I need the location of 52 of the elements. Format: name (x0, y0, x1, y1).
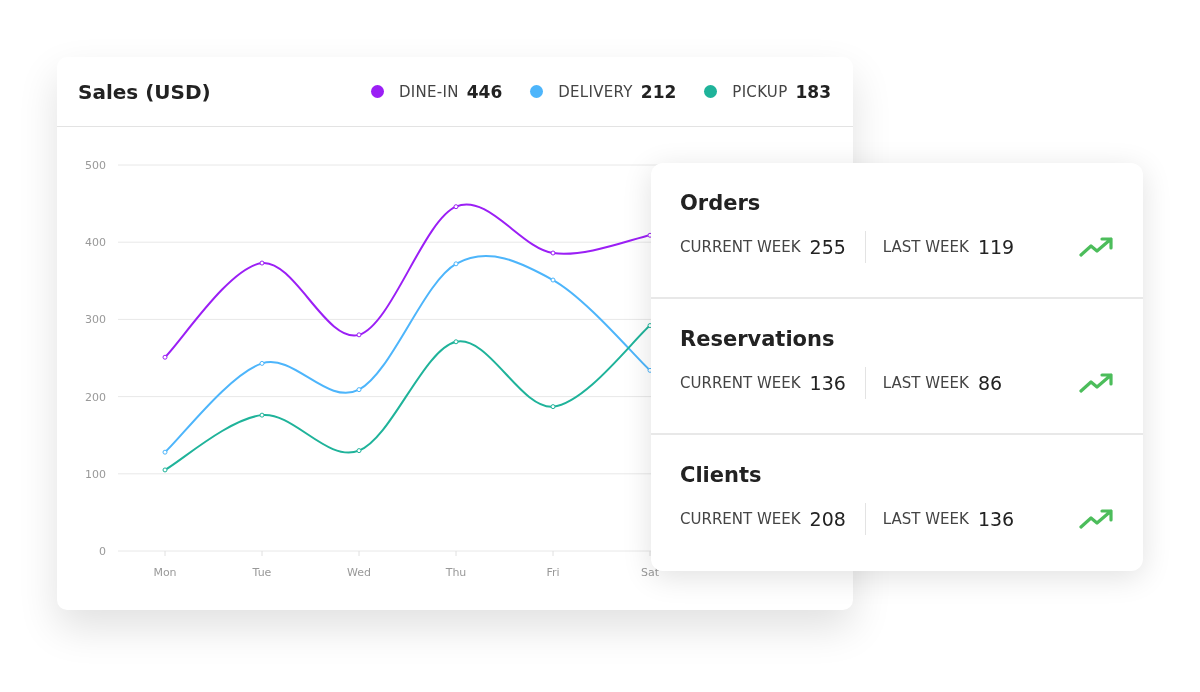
axis-label: 100 (85, 467, 106, 481)
axis-label: Tue (252, 566, 272, 579)
data-point (162, 354, 168, 360)
legend-label: DINE-IN (398, 82, 459, 101)
stat-value: 86 (977, 372, 1003, 394)
legend-label: DELIVERY (558, 82, 633, 101)
axis-label: 400 (85, 236, 106, 250)
data-point (453, 204, 459, 210)
stat-label: CURRENT WEEK (680, 510, 801, 528)
axis-label: Thu (445, 566, 467, 579)
stat-label: CURRENT WEEK (680, 374, 801, 392)
axis-label: 300 (85, 313, 106, 327)
data-point (453, 261, 459, 267)
stat-value: 119 (977, 236, 1015, 258)
legend-value: 446 (466, 81, 503, 102)
data-point (550, 404, 556, 410)
data-point (550, 250, 556, 256)
data-point (162, 467, 168, 473)
axis-label: 0 (99, 545, 106, 558)
stat-label: LAST WEEK (882, 510, 969, 528)
stat-label: LAST WEEK (882, 374, 969, 392)
data-point (453, 339, 459, 345)
data-point (356, 332, 362, 338)
axis-label: Wed (347, 566, 371, 579)
stat-label: CURRENT WEEK (680, 238, 801, 256)
card-title: Sales (USD) (78, 79, 211, 104)
axis-label: Mon (153, 566, 177, 579)
data-point (356, 387, 362, 393)
data-point (356, 448, 362, 454)
data-point (259, 360, 265, 366)
trend-up-icon (1079, 508, 1115, 530)
trend-up-icon (1079, 236, 1115, 258)
legend-label: PICKUP (732, 82, 788, 101)
axis-label: 500 (85, 159, 106, 172)
data-point (162, 449, 168, 455)
stat-title: Orders (680, 191, 762, 215)
legend-value: 212 (640, 81, 677, 102)
stat-title: Reservations (680, 327, 836, 351)
legend-value: 183 (795, 81, 831, 102)
axis-label: 200 (85, 390, 106, 404)
stat-label: LAST WEEK (882, 238, 969, 256)
stat-value: 208 (809, 508, 846, 530)
axis-label: Sat (641, 566, 659, 579)
stat-value: 255 (809, 236, 846, 258)
stat-value: 136 (809, 372, 846, 394)
data-point (259, 260, 265, 266)
trend-up-icon (1079, 372, 1115, 394)
stat-title: Clients (680, 463, 763, 487)
stat-value: 136 (977, 508, 1015, 530)
data-point (550, 277, 556, 283)
axis-label: Fri (546, 566, 560, 579)
data-point (259, 412, 265, 418)
